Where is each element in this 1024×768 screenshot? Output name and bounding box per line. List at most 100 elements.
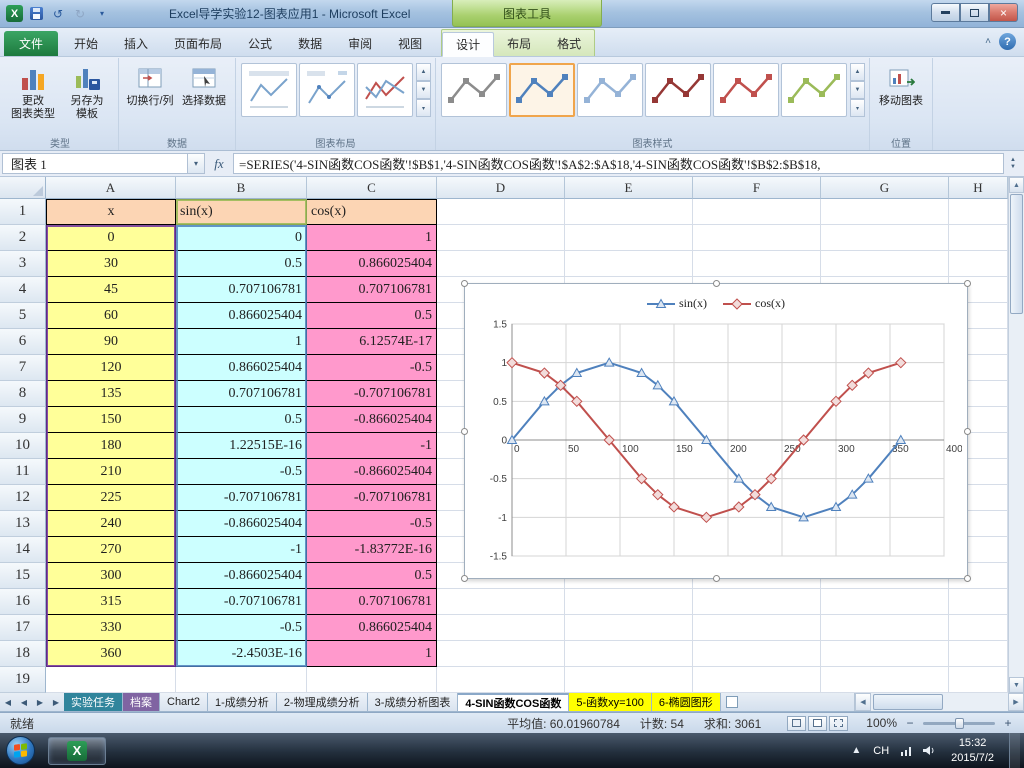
- scroll-left-icon[interactable]: ◀: [855, 693, 871, 711]
- column-header-H[interactable]: H: [949, 177, 1008, 199]
- cell-G17[interactable]: [821, 615, 949, 641]
- cell-C5[interactable]: 0.5: [307, 303, 437, 329]
- styles-scroll-down-icon[interactable]: ▼: [850, 81, 865, 99]
- save-button[interactable]: [27, 5, 45, 23]
- chart-layout-3[interactable]: [357, 63, 413, 117]
- row-header-1[interactable]: 1: [0, 199, 46, 225]
- undo-button[interactable]: ↺: [49, 5, 67, 23]
- cell-C14[interactable]: -1.83772E-16: [307, 537, 437, 563]
- cell-A4[interactable]: 45: [46, 277, 176, 303]
- row-header-7[interactable]: 7: [0, 355, 46, 381]
- prev-sheet-icon[interactable]: ◀: [16, 693, 32, 711]
- chart-resize-handle[interactable]: [964, 575, 971, 582]
- cell-C7[interactable]: -0.5: [307, 355, 437, 381]
- cell-E2[interactable]: [565, 225, 693, 251]
- column-header-B[interactable]: B: [176, 177, 307, 199]
- cell-B4[interactable]: 0.707106781: [176, 277, 307, 303]
- cell-A5[interactable]: 60: [46, 303, 176, 329]
- cell-D18[interactable]: [437, 641, 565, 667]
- formula-scroll-up-icon[interactable]: ▲: [1010, 157, 1016, 163]
- column-header-G[interactable]: G: [821, 177, 949, 199]
- minimize-button[interactable]: [931, 3, 960, 22]
- name-box-dropdown-icon[interactable]: ▾: [188, 153, 205, 174]
- chart-style-5[interactable]: [713, 63, 779, 117]
- restore-button[interactable]: [960, 3, 989, 22]
- cell-A11[interactable]: 210: [46, 459, 176, 485]
- cell-C16[interactable]: 0.707106781: [307, 589, 437, 615]
- cell-A9[interactable]: 150: [46, 407, 176, 433]
- move-chart-button[interactable]: 移动图表: [874, 59, 928, 108]
- sheet-tab[interactable]: 实验任务: [64, 693, 123, 711]
- chart-style-4[interactable]: [645, 63, 711, 117]
- cell-A6[interactable]: 90: [46, 329, 176, 355]
- zoom-slider[interactable]: [923, 717, 995, 729]
- ribbon-tab[interactable]: 数据: [285, 31, 335, 56]
- chart-style-1[interactable]: [441, 63, 507, 117]
- redo-button[interactable]: ↻: [71, 5, 89, 23]
- cell-C11[interactable]: -0.866025404: [307, 459, 437, 485]
- horizontal-scroll-thumb[interactable]: [873, 694, 943, 710]
- cell-A18[interactable]: 360: [46, 641, 176, 667]
- vertical-scroll-thumb[interactable]: [1010, 194, 1023, 314]
- legend-item[interactable]: cos(x): [723, 296, 785, 311]
- network-icon[interactable]: [901, 745, 914, 756]
- row-header-18[interactable]: 18: [0, 641, 46, 667]
- ribbon-tab[interactable]: 设计: [442, 32, 495, 57]
- cell-B3[interactable]: 0.5: [176, 251, 307, 277]
- cell-C19[interactable]: [307, 667, 437, 693]
- cell-C15[interactable]: 0.5: [307, 563, 437, 589]
- cell-A12[interactable]: 225: [46, 485, 176, 511]
- cell-B10[interactable]: 1.22515E-16: [176, 433, 307, 459]
- show-desktop-button[interactable]: [1009, 733, 1020, 768]
- cell-A16[interactable]: 315: [46, 589, 176, 615]
- qat-dropdown-icon[interactable]: ▾: [93, 5, 111, 23]
- column-header-E[interactable]: E: [565, 177, 693, 199]
- cell-C18[interactable]: 1: [307, 641, 437, 667]
- column-header-D[interactable]: D: [437, 177, 565, 199]
- chart-layout-1[interactable]: [241, 63, 297, 117]
- cell-A13[interactable]: 240: [46, 511, 176, 537]
- cell-H16[interactable]: [949, 589, 1008, 615]
- chart-resize-handle[interactable]: [461, 280, 468, 287]
- layouts-scroll-up-icon[interactable]: ▲: [416, 63, 431, 81]
- ribbon-tab[interactable]: 格式: [544, 31, 594, 56]
- cell-A2[interactable]: 0: [46, 225, 176, 251]
- cell-A14[interactable]: 270: [46, 537, 176, 563]
- sheet-tab[interactable]: 3-成绩分析图表: [367, 693, 459, 711]
- chart-style-6[interactable]: [781, 63, 847, 117]
- select-data-button[interactable]: 选择数据: [177, 59, 231, 108]
- cell-B8[interactable]: 0.707106781: [176, 381, 307, 407]
- excel-app-icon[interactable]: X: [6, 5, 23, 22]
- row-header-12[interactable]: 12: [0, 485, 46, 511]
- cell-C6[interactable]: 6.12574E-17: [307, 329, 437, 355]
- chart-style-2[interactable]: [509, 63, 575, 117]
- name-box[interactable]: 图表 1: [2, 153, 188, 174]
- cell-E17[interactable]: [565, 615, 693, 641]
- formula-bar-scroll[interactable]: ▲ ▼: [1004, 153, 1022, 174]
- row-header-19[interactable]: 19: [0, 667, 46, 693]
- cell-B7[interactable]: 0.866025404: [176, 355, 307, 381]
- cell-H3[interactable]: [949, 251, 1008, 277]
- cell-B18[interactable]: -2.4503E-16: [176, 641, 307, 667]
- zoom-slider-thumb[interactable]: [955, 717, 964, 729]
- cell-C4[interactable]: 0.707106781: [307, 277, 437, 303]
- cell-A15[interactable]: 300: [46, 563, 176, 589]
- cell-F18[interactable]: [693, 641, 821, 667]
- cell-C8[interactable]: -0.707106781: [307, 381, 437, 407]
- row-header-3[interactable]: 3: [0, 251, 46, 277]
- row-header-13[interactable]: 13: [0, 511, 46, 537]
- cell-D2[interactable]: [437, 225, 565, 251]
- cell-C13[interactable]: -0.5: [307, 511, 437, 537]
- cell-C3[interactable]: 0.866025404: [307, 251, 437, 277]
- ribbon-tab[interactable]: 布局: [494, 31, 544, 56]
- styles-scroll-up-icon[interactable]: ▲: [850, 63, 865, 81]
- volume-icon[interactable]: [923, 745, 936, 756]
- page-layout-view-button[interactable]: [808, 715, 828, 731]
- insert-function-button[interactable]: fx: [205, 153, 233, 174]
- cell-E16[interactable]: [565, 589, 693, 615]
- ribbon-tab[interactable]: 插入: [111, 31, 161, 56]
- file-tab[interactable]: 文件: [4, 31, 58, 56]
- cell-B1[interactable]: sin(x): [176, 199, 307, 225]
- layouts-scroll-down-icon[interactable]: ▼: [416, 81, 431, 99]
- cell-A3[interactable]: 30: [46, 251, 176, 277]
